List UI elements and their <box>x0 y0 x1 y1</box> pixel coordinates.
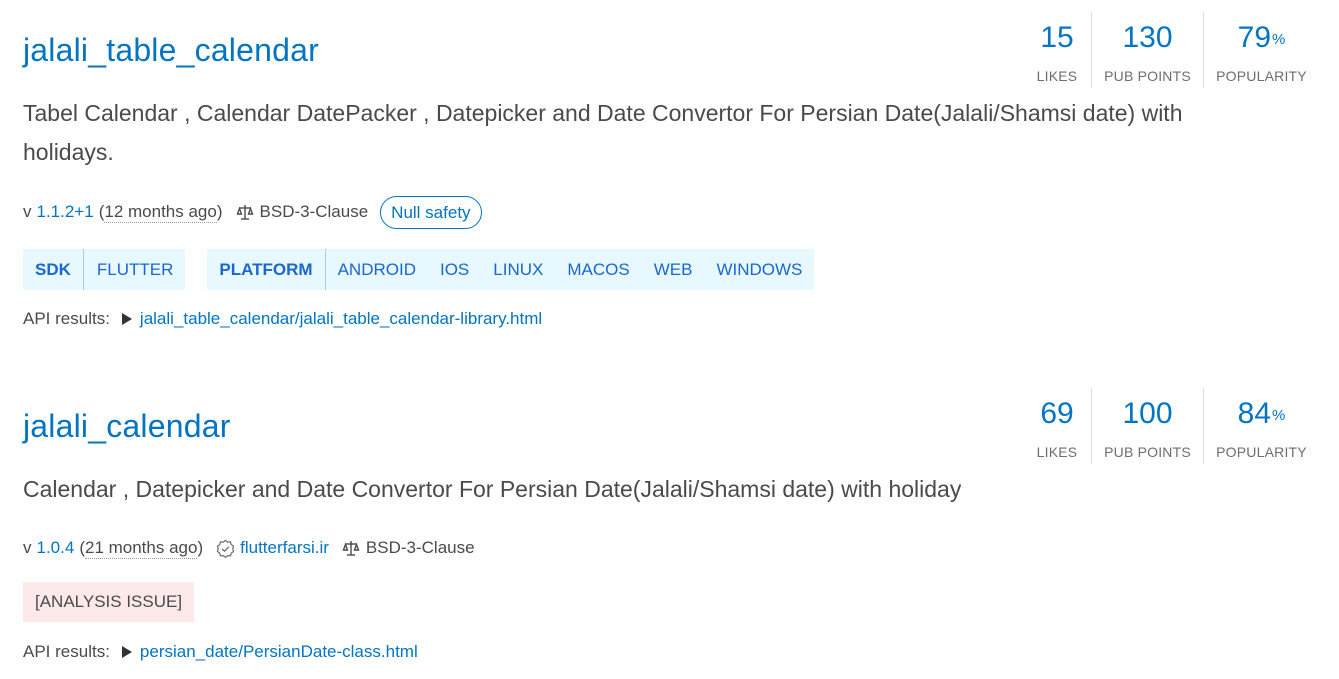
package-scores: 69 LIKES 100 PUB POINTS 84% POPULARITY <box>1023 388 1319 464</box>
triangle-right-icon[interactable] <box>121 646 132 658</box>
pub-points-value: 130 <box>1122 21 1173 54</box>
popularity-score[interactable]: 79% POPULARITY <box>1203 12 1319 88</box>
pub-points-label: PUB POINTS <box>1104 444 1191 460</box>
percent-sign: % <box>1272 31 1286 48</box>
popularity-value: 84% <box>1238 396 1286 432</box>
percent-sign: % <box>1272 407 1286 424</box>
popularity-number: 79 <box>1237 21 1272 54</box>
sdk-tag-group: SDK FLUTTER <box>23 249 186 290</box>
law-icon <box>341 538 361 558</box>
likes-label: LIKES <box>1036 68 1078 84</box>
likes-label: LIKES <box>1036 444 1078 460</box>
version-prefix: v <box>23 202 32 221</box>
tag-windows[interactable]: WINDOWS <box>704 249 814 290</box>
tag-linux[interactable]: LINUX <box>481 249 555 290</box>
analysis-issue-badge[interactable]: [ANALYSIS ISSUE] <box>23 582 195 622</box>
version-link[interactable]: 1.0.4 <box>37 538 75 558</box>
package-tags: SDK FLUTTER PLATFORM ANDROID IOS LINUX M… <box>23 249 815 290</box>
law-icon <box>235 202 255 222</box>
popularity-value: 79% <box>1238 20 1286 56</box>
pub-points-score[interactable]: 130 PUB POINTS <box>1091 12 1203 88</box>
pub-points-score[interactable]: 100 PUB POINTS <box>1091 388 1203 464</box>
pub-points-value: 100 <box>1122 397 1173 430</box>
package-title-link[interactable]: jalali_table_calendar <box>23 30 319 70</box>
platform-tag-head[interactable]: PLATFORM <box>207 249 326 290</box>
triangle-right-icon[interactable] <box>121 313 132 325</box>
null-safety-badge[interactable]: Null safety <box>380 195 482 229</box>
api-result-link[interactable]: jalali_table_calendar/jalali_table_calen… <box>140 309 542 329</box>
release-age: 21 months ago <box>84 537 198 559</box>
tag-web[interactable]: WEB <box>642 249 705 290</box>
api-results-label: API results: <box>23 309 110 328</box>
verified-publisher-icon <box>215 538 235 558</box>
likes-score[interactable]: 69 LIKES <box>1023 388 1091 464</box>
api-results: API results: jalali_table_calendar/jalal… <box>23 308 542 330</box>
api-results: API results: persian_date/PersianDate-cl… <box>23 641 418 663</box>
package-metadata: v 1.1.2+1 (12 months ago) BSD-3-Clause N… <box>23 195 482 229</box>
likes-score[interactable]: 15 LIKES <box>1023 12 1091 88</box>
api-result-link[interactable]: persian_date/PersianDate-class.html <box>140 642 418 662</box>
package-scores: 15 LIKES 130 PUB POINTS 79% POPULARITY <box>1023 12 1319 88</box>
tag-ios[interactable]: IOS <box>428 249 481 290</box>
platform-tag-group: PLATFORM ANDROID IOS LINUX MACOS WEB WIN… <box>207 249 815 290</box>
tag-macos[interactable]: MACOS <box>555 249 641 290</box>
api-results-label: API results: <box>23 642 110 661</box>
license-text: BSD-3-Clause <box>365 538 475 557</box>
publisher-link[interactable]: flutterfarsi.ir <box>240 538 329 558</box>
version-prefix: v <box>23 538 32 557</box>
likes-value: 15 <box>1040 21 1074 54</box>
popularity-number: 84 <box>1237 397 1272 430</box>
version-link[interactable]: 1.1.2+1 <box>37 202 94 222</box>
tag-flutter[interactable]: FLUTTER <box>84 249 186 290</box>
popularity-label: POPULARITY <box>1216 68 1307 84</box>
sdk-tag-head[interactable]: SDK <box>23 249 84 290</box>
popularity-score[interactable]: 84% POPULARITY <box>1203 388 1319 464</box>
likes-value: 69 <box>1040 397 1074 430</box>
pub-points-label: PUB POINTS <box>1104 68 1191 84</box>
tag-android[interactable]: ANDROID <box>326 249 428 290</box>
release-age: 12 months ago <box>104 201 217 223</box>
package-metadata: v 1.0.4 (21 months ago) flutterfarsi.ir … <box>23 537 475 559</box>
popularity-label: POPULARITY <box>1216 444 1307 460</box>
license-text: BSD-3-Clause <box>259 202 369 221</box>
package-title-link[interactable]: jalali_calendar <box>23 406 231 446</box>
package-description: Tabel Calendar , Calendar DatePacker , D… <box>23 100 1183 165</box>
package-description: Calendar , Datepicker and Date Convertor… <box>23 476 962 502</box>
